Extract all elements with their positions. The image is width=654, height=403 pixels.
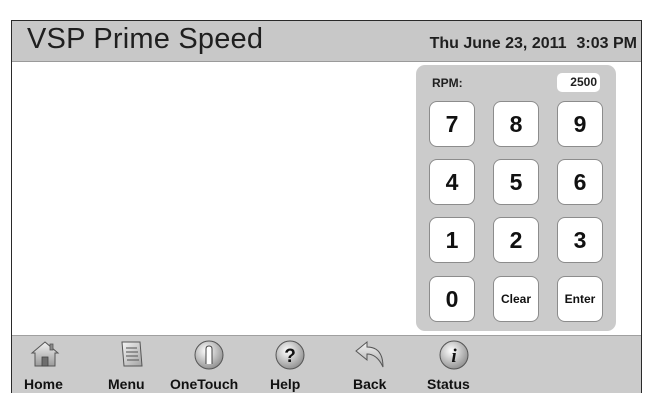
key-1[interactable]: 1 [429,217,475,263]
time-text: 3:03 PM [576,35,637,52]
svg-text:i: i [451,346,457,367]
key-2[interactable]: 2 [493,217,539,263]
nav-back[interactable]: Back [353,336,393,394]
nav-back-label: Back [353,376,387,392]
key-0[interactable]: 0 [429,276,475,322]
enter-button[interactable]: Enter [557,276,603,322]
page-title: VSP Prime Speed [27,23,264,55]
nav-status[interactable]: i Status [427,336,479,394]
key-5[interactable]: 5 [493,159,539,205]
clear-button[interactable]: Clear [493,276,539,322]
svg-text:?: ? [284,346,296,367]
nav-menu[interactable]: Menu [108,336,148,394]
key-8[interactable]: 8 [493,101,539,147]
rpm-value-field[interactable]: 2500 [557,73,600,92]
nav-home[interactable]: Home [24,336,64,394]
key-9[interactable]: 9 [557,101,603,147]
nav-status-label: Status [427,376,470,392]
nav-help[interactable]: ? Help [270,336,310,394]
nav-onetouch-label: OneTouch [170,376,239,392]
help-icon: ? [275,340,305,370]
key-3[interactable]: 3 [557,217,603,263]
menu-icon [121,341,143,367]
status-icon: i [439,340,469,370]
back-icon [355,340,384,368]
nav-help-label: Help [270,376,301,392]
nav-onetouch[interactable]: OneTouch [170,336,250,394]
onetouch-icon [194,340,224,370]
key-6[interactable]: 6 [557,159,603,205]
numeric-keypad: RPM: 2500 7 8 9 4 5 6 1 2 3 0 Clear Ente… [416,65,616,331]
date-text: Thu June 23, 2011 [429,35,567,52]
title-bar: VSP Prime Speed Thu June 23, 2011 3:03 PM [12,21,641,62]
bottom-nav-bar: Home Menu OneTouch ? Help Back i Status [12,335,641,393]
device-screen: VSP Prime Speed Thu June 23, 2011 3:03 PM… [11,20,642,393]
key-7[interactable]: 7 [429,101,475,147]
key-4[interactable]: 4 [429,159,475,205]
date-time-display: Thu June 23, 2011 3:03 PM [430,35,637,53]
rpm-label: RPM: [432,76,463,90]
nav-menu-label: Menu [108,376,145,392]
nav-home-label: Home [24,376,63,392]
home-icon [30,341,60,367]
